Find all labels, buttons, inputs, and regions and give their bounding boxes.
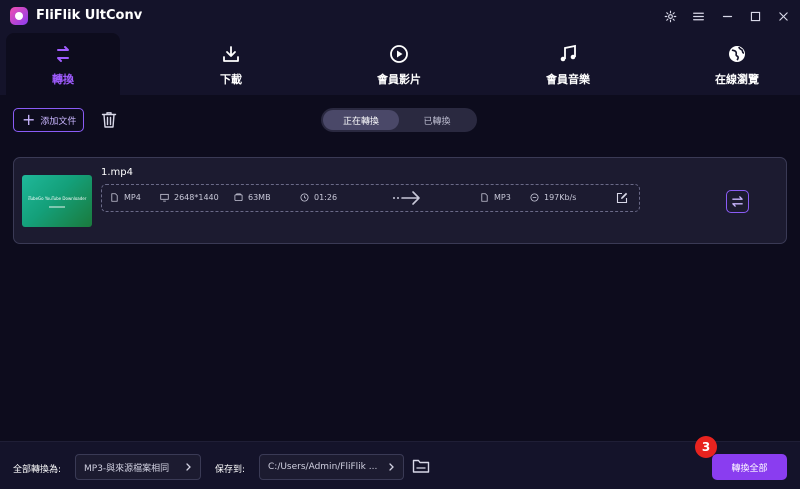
download-icon [223, 46, 239, 62]
source-resolution: 2648*1440 [160, 193, 219, 202]
tab-online-browse[interactable]: 在線瀏覽 [680, 33, 794, 95]
main-nav: 轉換 下載 會員影片 會員音樂 在線瀏覽 [0, 33, 800, 95]
app-logo [10, 7, 28, 25]
save-to-label: 保存到: [215, 465, 246, 475]
chevron-right-icon [389, 463, 394, 471]
file-card: iTubeGo YouTube Downloader 1.mp4 MP4 264… [13, 157, 787, 244]
monitor-icon [160, 193, 169, 202]
source-size: 63MB [234, 193, 271, 202]
bottom-bar: 全部轉換為: MP3-與來源檔案相同 保存到: C:/Users/Admin/F… [0, 441, 800, 489]
convert-file-button[interactable] [726, 190, 749, 213]
tab-convert[interactable]: 轉換 [6, 33, 120, 95]
tab-member-music[interactable]: 會員音樂 [511, 33, 625, 95]
arrow-right-icon [392, 190, 422, 209]
play-circle-icon [390, 45, 408, 63]
convert-icon [57, 46, 69, 62]
tab-label: 轉換 [52, 73, 74, 86]
convert-all-to-label: 全部轉換為: [13, 465, 62, 475]
settings-icon[interactable] [662, 8, 678, 24]
target-format: MP3 [480, 193, 511, 202]
maximize-icon[interactable] [747, 8, 763, 24]
globe-icon [729, 46, 745, 62]
tab-member-video[interactable]: 會員影片 [342, 33, 456, 95]
save-path-select[interactable]: C:/Users/Admin/FliFlik ... [259, 454, 404, 480]
output-format-value: MP3-與來源檔案相同 [84, 463, 170, 474]
trash-icon[interactable] [101, 111, 117, 129]
file-name: 1.mp4 [101, 167, 133, 178]
swap-icon [732, 196, 743, 207]
source-format: MP4 [110, 193, 141, 202]
output-format-select[interactable]: MP3-與來源檔案相同 [75, 454, 201, 480]
title-bar: FliFlik UltConv [0, 0, 800, 33]
bitrate-icon [530, 193, 539, 202]
tab-label: 會員音樂 [546, 73, 590, 86]
tab-label: 在線瀏覽 [715, 73, 759, 86]
thumbnail-bar [49, 206, 65, 208]
storage-icon [234, 193, 243, 202]
add-file-label: 添加文件 [40, 116, 77, 127]
chevron-right-icon [186, 463, 191, 471]
segment-converting[interactable]: 正在轉換 [323, 110, 399, 130]
thumbnail-text: iTubeGo YouTube Downloader [27, 196, 87, 201]
close-icon[interactable] [775, 8, 791, 24]
save-path-value: C:/Users/Admin/FliFlik ... [268, 462, 378, 472]
minimize-icon[interactable] [719, 8, 735, 24]
step-badge: 3 [695, 436, 717, 458]
tab-download[interactable]: 下載 [174, 33, 288, 95]
conversion-info: MP4 2648*1440 63MB 01:26 MP3 197Kb/s [101, 184, 640, 212]
segment-converted[interactable]: 已轉換 [399, 110, 475, 130]
app-title: FliFlik UltConv [36, 8, 143, 23]
tab-label: 會員影片 [377, 73, 421, 86]
add-file-button[interactable]: + 添加文件 [13, 108, 84, 132]
plus-icon: + [22, 110, 36, 129]
file-icon [111, 193, 118, 202]
video-thumbnail: iTubeGo YouTube Downloader [22, 175, 92, 227]
menu-icon[interactable] [690, 8, 706, 24]
tab-label: 下載 [220, 73, 242, 86]
file-icon [481, 193, 488, 202]
conversion-status-toggle: 正在轉換 已轉換 [321, 108, 477, 132]
clock-icon [300, 193, 309, 202]
convert-all-button[interactable]: 轉換全部 [712, 454, 787, 480]
music-note-icon [560, 44, 576, 62]
source-duration: 01:26 [300, 193, 337, 202]
folder-icon[interactable] [412, 458, 430, 474]
edit-icon[interactable] [616, 192, 628, 204]
target-bitrate: 197Kb/s [530, 193, 576, 202]
